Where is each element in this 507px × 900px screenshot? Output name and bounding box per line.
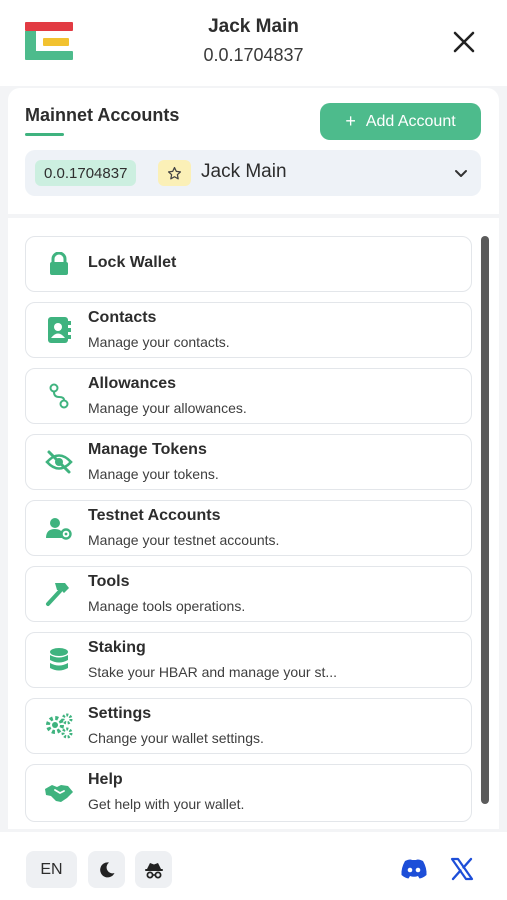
x-icon (450, 857, 474, 881)
menu-desc: Get help with your wallet. (88, 796, 245, 812)
contacts-icon (44, 315, 74, 345)
add-account-label: Add Account (365, 112, 456, 130)
gears-icon (44, 711, 74, 741)
x-link[interactable] (447, 854, 477, 884)
accounts-card: Mainnet Accounts + Add Account 0.0.17048… (8, 88, 499, 214)
menu-label: Lock Wallet (88, 254, 177, 271)
menu-panel: Lock Wallet Contacts Manage your contact… (8, 218, 499, 829)
menu-scrollbar[interactable] (481, 236, 489, 804)
menu-label: Manage Tokens (88, 441, 207, 458)
menu-label: Help (88, 771, 123, 788)
close-icon (453, 31, 475, 53)
menu-label: Tools (88, 573, 130, 590)
menu-label: Allowances (88, 375, 177, 392)
menu-item-settings[interactable]: Settings Change your wallet settings. (25, 698, 472, 754)
menu-desc: Manage tools operations. (88, 598, 246, 614)
section-underline (25, 133, 64, 136)
menu-item-staking[interactable]: Staking Stake your HBAR and manage your … (25, 632, 472, 688)
favorite-star-badge[interactable] (158, 160, 191, 186)
moon-icon (99, 861, 114, 877)
menu-desc: Manage your contacts. (88, 334, 230, 350)
menu-label: Contacts (88, 309, 157, 326)
menu-item-tools[interactable]: Tools Manage tools operations. (25, 566, 472, 622)
menu-item-manage-tokens[interactable]: Manage Tokens Manage your tokens. (25, 434, 472, 490)
menu-desc: Change your wallet settings. (88, 730, 264, 746)
incognito-icon (144, 862, 163, 878)
menu-item-testnet-accounts[interactable]: Testnet Accounts Manage your testnet acc… (25, 500, 472, 556)
menu-desc: Manage your testnet accounts. (88, 532, 280, 548)
account-id-badge: 0.0.1704837 (35, 160, 137, 186)
language-button[interactable]: EN (26, 851, 77, 888)
handshake-icon (44, 778, 74, 808)
menu-item-contacts[interactable]: Contacts Manage your contacts. (25, 302, 472, 358)
privacy-button[interactable] (135, 851, 172, 888)
discord-link[interactable] (399, 854, 429, 884)
user-gear-icon (44, 513, 74, 543)
allowances-icon (44, 381, 74, 411)
menu-desc: Stake your HBAR and manage your st... (88, 664, 338, 680)
add-account-button[interactable]: + Add Account (320, 103, 481, 140)
menu-label: Testnet Accounts (88, 507, 221, 524)
plus-icon: + (345, 111, 356, 131)
section-title: Mainnet Accounts (25, 105, 180, 125)
header-account-name: Jack Main (208, 16, 299, 37)
close-button[interactable] (446, 24, 482, 60)
menu-item-lock-wallet[interactable]: Lock Wallet (25, 236, 472, 292)
account-name: Jack Main (201, 161, 287, 182)
menu-desc: Manage your allowances. (88, 400, 247, 416)
hammer-icon (44, 579, 74, 609)
header: Jack Main 0.0.1704837 (0, 0, 507, 86)
database-icon (44, 645, 74, 675)
lock-icon (44, 249, 74, 279)
footer: EN (0, 832, 507, 900)
account-selector[interactable]: 0.0.1704837 Jack Main (25, 150, 481, 196)
menu-desc: Manage your tokens. (88, 466, 219, 482)
menu-label: Settings (88, 705, 152, 722)
chevron-down-icon (455, 170, 467, 177)
eye-slash-icon (44, 447, 74, 477)
discord-icon (401, 859, 427, 879)
menu-label: Staking (88, 639, 146, 656)
menu-item-help[interactable]: Help Get help with your wallet. (25, 764, 472, 822)
menu-item-allowances[interactable]: Allowances Manage your allowances. (25, 368, 472, 424)
star-icon (167, 166, 182, 179)
theme-toggle-button[interactable] (88, 851, 125, 888)
header-account-id: 0.0.1704837 (203, 45, 304, 65)
